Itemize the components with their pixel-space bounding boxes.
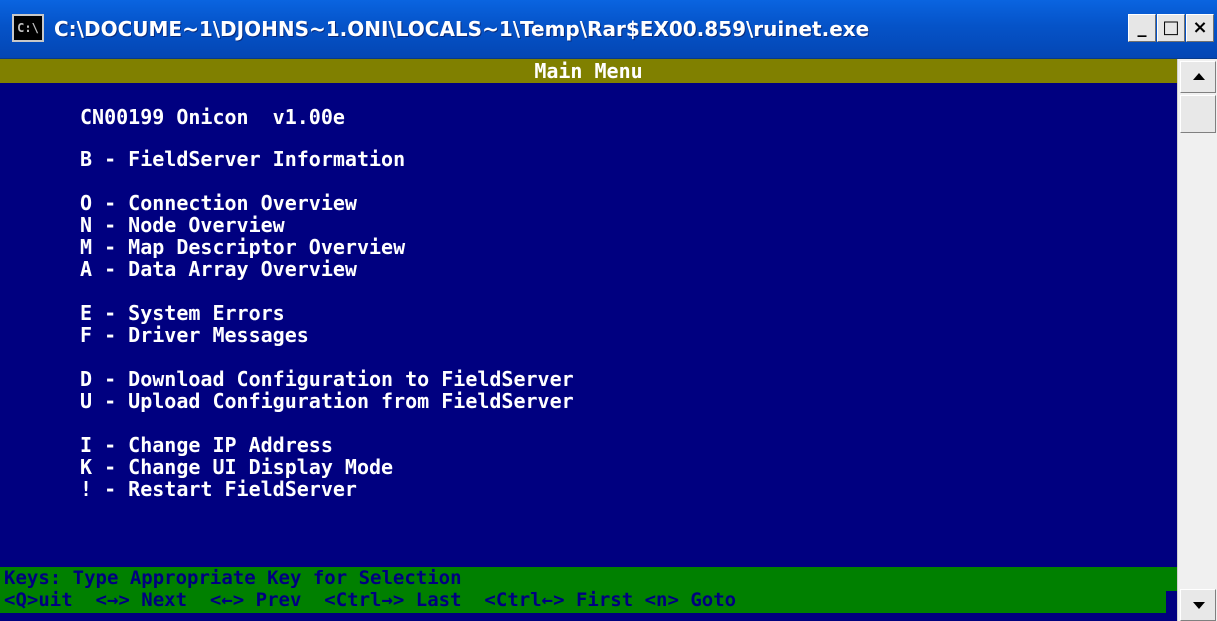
menu-item-change-ui-display-mode[interactable]: K - Change UI Display Mode bbox=[80, 455, 393, 479]
console-area[interactable]: Main Menu CN00199 Onicon v1.00e B - Fiel… bbox=[0, 59, 1177, 621]
minimize-button[interactable]: _ bbox=[1128, 14, 1156, 42]
text-cursor bbox=[1166, 591, 1177, 613]
menu-item-download-configuration[interactable]: D - Download Configuration to FieldServe… bbox=[80, 367, 574, 391]
console-icon[interactable]: C:\ bbox=[12, 14, 44, 42]
vertical-scrollbar[interactable] bbox=[1177, 59, 1217, 621]
footer-instructions: Keys: Type Appropriate Key for Selection bbox=[4, 567, 462, 589]
arrow-up-icon bbox=[1193, 73, 1205, 80]
key-help-footer: Keys: Type Appropriate Key for Selection… bbox=[0, 567, 1177, 613]
menu-item-restart-fieldserver[interactable]: ! - Restart FieldServer bbox=[80, 477, 357, 501]
menu-item-node-overview[interactable]: N - Node Overview bbox=[80, 213, 285, 237]
menu-item-upload-configuration[interactable]: U - Upload Configuration from FieldServe… bbox=[80, 389, 574, 413]
menu-item-driver-messages[interactable]: F - Driver Messages bbox=[80, 323, 309, 347]
menu-item-change-ip-address[interactable]: I - Change IP Address bbox=[80, 433, 333, 457]
title-bar[interactable]: C:\ C:\DOCUME~1\DJOHNS~1.ONI\LOCALS~1\Te… bbox=[0, 0, 1217, 59]
menu-item-system-errors[interactable]: E - System Errors bbox=[80, 301, 285, 325]
scroll-thumb[interactable] bbox=[1180, 95, 1216, 133]
menu-item-data-array-overview[interactable]: A - Data Array Overview bbox=[80, 257, 357, 281]
arrow-down-icon bbox=[1193, 602, 1205, 609]
scroll-down-button[interactable] bbox=[1180, 589, 1216, 621]
maximize-button[interactable]: □ bbox=[1157, 14, 1185, 42]
console-window: C:\ C:\DOCUME~1\DJOHNS~1.ONI\LOCALS~1\Te… bbox=[0, 0, 1217, 621]
footer-key-legend: <Q>uit <→> Next <←> Prev <Ctrl→> Last <C… bbox=[4, 589, 737, 611]
menu-header: Main Menu bbox=[0, 59, 1177, 83]
menu-item-connection-overview[interactable]: O - Connection Overview bbox=[80, 191, 357, 215]
window-title: C:\DOCUME~1\DJOHNS~1.ONI\LOCALS~1\Temp\R… bbox=[54, 17, 870, 41]
menu-item-fieldserver-information[interactable]: B - FieldServer Information bbox=[80, 147, 405, 171]
version-line: CN00199 Onicon v1.00e bbox=[80, 105, 345, 129]
menu-item-map-descriptor-overview[interactable]: M - Map Descriptor Overview bbox=[80, 235, 405, 259]
scroll-up-button[interactable] bbox=[1180, 61, 1216, 93]
close-button[interactable]: × bbox=[1186, 14, 1214, 42]
